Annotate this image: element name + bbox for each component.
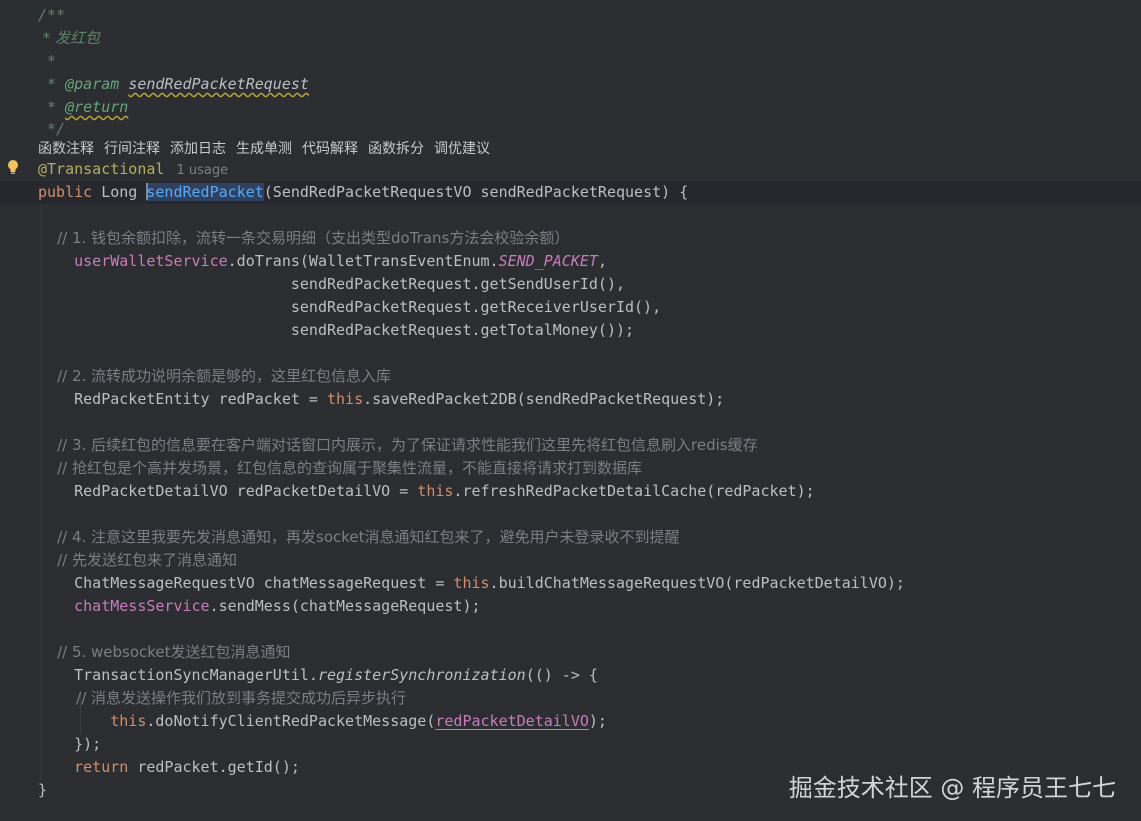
inlay-action-split-function[interactable]: 函数拆分 [368,141,424,157]
inlay-action-function-comment[interactable]: 函数注释 [38,141,94,157]
code-line: RedPacketEntity redPacket = this.saveRed… [38,390,725,408]
method-name[interactable]: sendRedPacket [146,183,264,201]
doc-comment-open: /** [38,6,66,24]
code-comment: // 抢红包是个高并发场景，红包信息的查询属于聚集性流量，不能直接将请求打到数据… [38,459,642,477]
code-comment: // 3. 后续红包的信息要在客户端对话窗口内展示，为了保证请求性能我们这里先将… [38,436,758,454]
inlay-action-explain-code[interactable]: 代码解释 [302,141,358,157]
code-line: this.doNotifyClientRedPacketMessage(redP… [110,712,607,730]
code-editor[interactable]: /** * 发红包 * * @param sendRedPacketReques… [0,0,1141,821]
watermark: 掘金技术社区 @ 程序员王七七 [788,774,1116,802]
inlay-action-gen-unit-test[interactable]: 生成单测 [236,141,292,157]
code-comment: // 5. websocket发送红包消息通知 [38,643,291,661]
code-line: }); [38,735,102,753]
code-line: sendRedPacketRequest.getReceiverUserId()… [38,298,662,316]
code-comment: // 1. 钱包余额扣除，流转一条交易明细（支出类型doTrans方法会校验余额… [38,229,570,247]
code-line: sendRedPacketRequest.getSendUserId(), [38,275,625,293]
code-comment: // 先发送红包来了消息通知 [38,551,237,569]
code-line: RedPacketDetailVO redPacketDetailVO = th… [38,482,815,500]
doc-comment-title: * 发红包 [38,29,101,47]
code-line: userWalletService.doTrans(WalletTransEve… [74,252,607,270]
transactional-annotation: @Transactional [38,160,165,178]
code-comment: // 消息发送操作我们放到事务提交成功后异步执行 [38,689,407,707]
inlay-action-add-log[interactable]: 添加日志 [170,141,226,157]
code-comment: // 4. 注意这里我要先发消息通知，再发socket消息通知红包来了，避免用户… [38,528,680,546]
inlay-action-line-comment[interactable]: 行间注释 [104,141,160,157]
doc-comment-return: * @return [38,98,129,116]
code-line: ChatMessageRequestVO chatMessageRequest … [38,574,905,592]
code-line: sendRedPacketRequest.getTotalMoney()); [38,321,635,339]
usage-hint[interactable]: 1 usage [176,163,228,178]
inlay-action-tuning-advice[interactable]: 调优建议 [434,141,490,157]
doc-comment-blank: * [38,52,57,70]
annotation-line: @Transactional 1 usage [0,158,1141,181]
code-line: chatMessService.sendMess(chatMessageRequ… [74,597,481,615]
param-name: sendRedPacketRequest [128,75,309,93]
code-line: TransactionSyncManagerUtil.registerSynch… [38,666,598,684]
doc-comment-param: * @param sendRedPacketRequest [38,75,309,93]
method-signature: public Long sendRedPacket(SendRedPacketR… [0,181,1141,204]
code-comment: // 2. 流转成功说明余额是够的，这里红包信息入库 [38,367,392,385]
